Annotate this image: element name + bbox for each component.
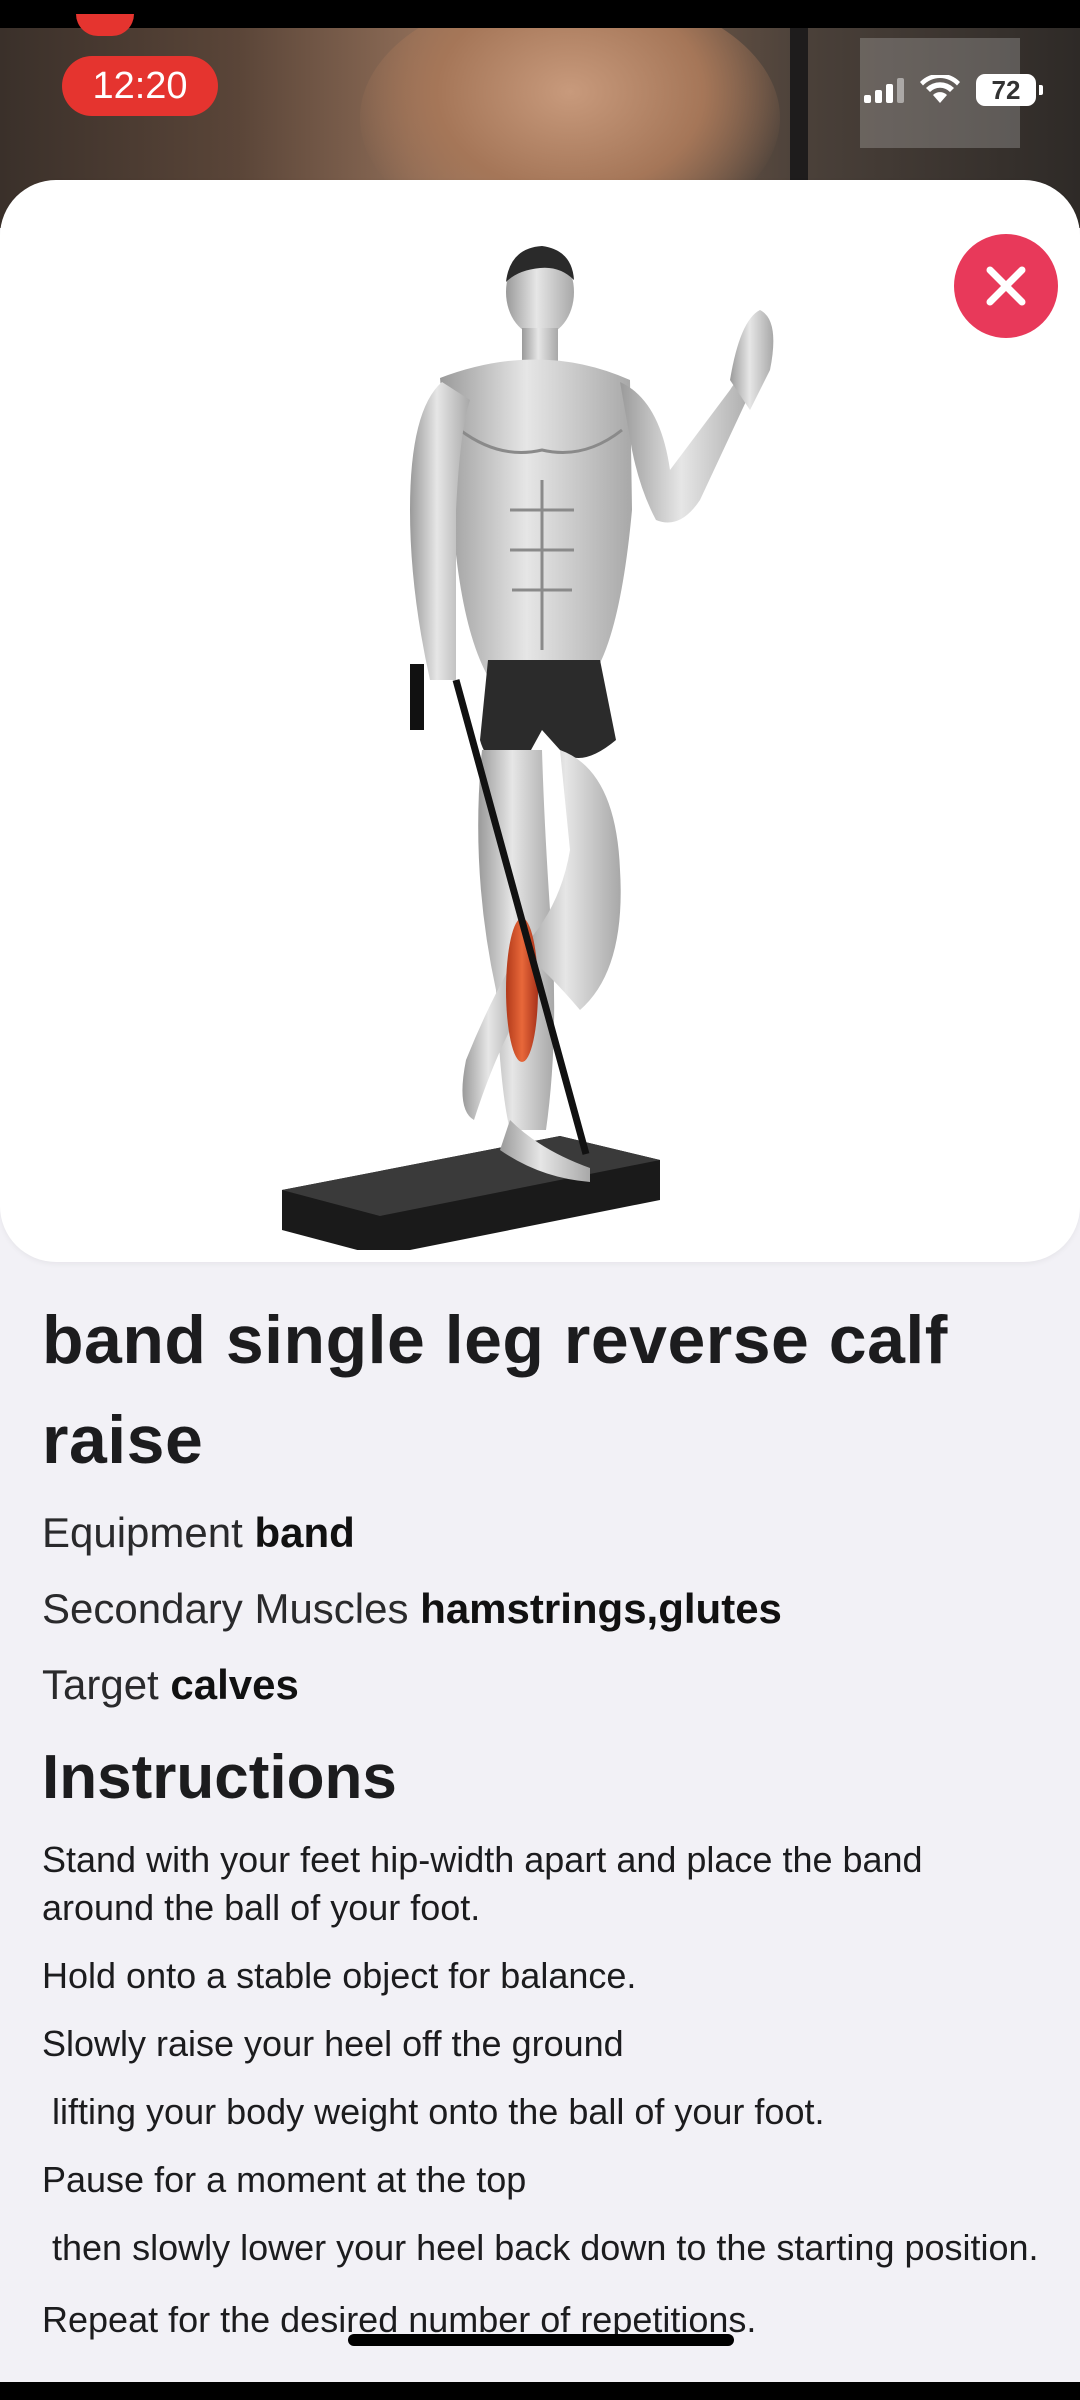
screen-bottom-edge [0,2382,1080,2400]
instruction-step: Pause for a moment at the top [42,2159,527,2200]
close-icon [986,266,1026,306]
secondary-muscles-row: Secondary Muscles hamstrings,glutes [42,1580,1042,1638]
instruction-step: then slowly lower your heel back down to… [42,2227,1039,2268]
illustration-sheet [0,180,1080,1262]
band-calf-raise-illustration [282,246,774,1250]
secondary-muscles-value: hamstrings,glutes [420,1585,782,1632]
screen-top-edge [0,0,1080,28]
instruction-step: Stand with your feet hip-width apart and… [42,1839,923,1928]
target-value: calves [170,1661,299,1708]
instruction-step: Hold onto a stable object for balance. [42,1955,637,1996]
secondary-muscles-label: Secondary Muscles [42,1585,409,1632]
equipment-value: band [254,1509,355,1556]
close-button[interactable] [954,234,1058,338]
battery-icon: 72 [976,74,1043,106]
exercise-title: band single leg reverse calf raise [42,1302,948,1478]
status-time: 12:20 [62,56,218,116]
wifi-icon [920,75,960,103]
target-row: Target calves [42,1656,1042,1714]
equipment-label: Equipment [42,1509,243,1556]
exercise-detail-screen: 12:20 72 band single leg reverse calf ra… [0,0,1080,2400]
status-icons: 72 [864,70,1043,110]
target-label: Target [42,1661,159,1708]
cellular-signal-icon [864,77,904,103]
exercise-details: band single leg reverse calf raise Equip… [42,1290,1042,2364]
instructions-heading: Instructions [42,1743,397,1812]
equipment-row: Equipment band [42,1504,1042,1562]
instruction-step: Slowly raise your heel off the ground [42,2023,624,2064]
home-indicator[interactable] [348,2334,734,2346]
instruction-step: lifting your body weight onto the ball o… [42,2091,825,2132]
